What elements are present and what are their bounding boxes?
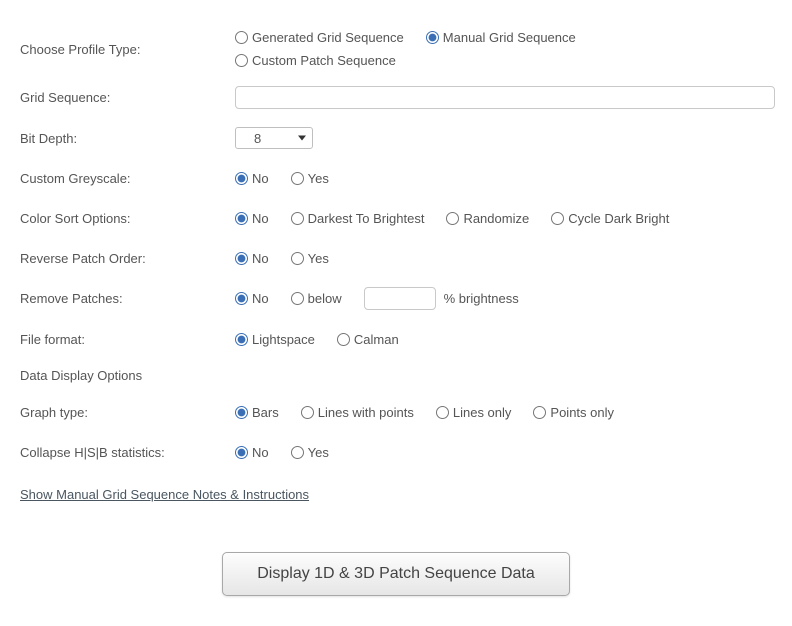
graph-type-bars[interactable]: Bars: [235, 405, 279, 420]
custom-greyscale-yes[interactable]: Yes: [291, 171, 329, 186]
profile-type-manual[interactable]: Manual Grid Sequence: [426, 30, 576, 45]
reverse-patch-yes[interactable]: Yes: [291, 251, 329, 266]
remove-patches-no[interactable]: No: [235, 291, 269, 306]
profile-type-custom[interactable]: Custom Patch Sequence: [235, 53, 396, 68]
profile-type-generated[interactable]: Generated Grid Sequence: [235, 30, 404, 45]
collapse-hsb-label: Collapse H|S|B statistics:: [20, 445, 235, 460]
reverse-patch-label: Reverse Patch Order:: [20, 251, 235, 266]
file-format-lightspace[interactable]: Lightspace: [235, 332, 315, 347]
color-sort-darkest[interactable]: Darkest To Brightest: [291, 211, 425, 226]
grid-sequence-label: Grid Sequence:: [20, 90, 235, 105]
custom-greyscale-no[interactable]: No: [235, 171, 269, 186]
display-patch-button[interactable]: Display 1D & 3D Patch Sequence Data: [222, 552, 569, 596]
graph-type-lines-only[interactable]: Lines only: [436, 405, 512, 420]
color-sort-cycle[interactable]: Cycle Dark Bright: [551, 211, 669, 226]
file-format-calman[interactable]: Calman: [337, 332, 399, 347]
color-sort-no[interactable]: No: [235, 211, 269, 226]
collapse-hsb-no[interactable]: No: [235, 445, 269, 460]
graph-type-label: Graph type:: [20, 405, 235, 420]
data-display-heading: Data Display Options: [20, 368, 772, 383]
bit-depth-label: Bit Depth:: [20, 131, 235, 146]
remove-patches-suffix: % brightness: [444, 291, 519, 306]
remove-patches-input[interactable]: [364, 287, 436, 310]
color-sort-label: Color Sort Options:: [20, 211, 235, 226]
graph-type-lines-points[interactable]: Lines with points: [301, 405, 414, 420]
collapse-hsb-yes[interactable]: Yes: [291, 445, 329, 460]
remove-patches-below[interactable]: below: [291, 291, 342, 306]
custom-greyscale-label: Custom Greyscale:: [20, 171, 235, 186]
remove-patches-label: Remove Patches:: [20, 291, 235, 306]
grid-sequence-input[interactable]: [235, 86, 775, 109]
chevron-down-icon: [298, 136, 306, 141]
profile-type-label: Choose Profile Type:: [20, 42, 235, 57]
reverse-patch-no[interactable]: No: [235, 251, 269, 266]
notes-link[interactable]: Show Manual Grid Sequence Notes & Instru…: [20, 487, 309, 502]
graph-type-points-only[interactable]: Points only: [533, 405, 614, 420]
bit-depth-select[interactable]: 8: [235, 127, 313, 149]
file-format-label: File format:: [20, 332, 235, 347]
color-sort-randomize[interactable]: Randomize: [446, 211, 529, 226]
